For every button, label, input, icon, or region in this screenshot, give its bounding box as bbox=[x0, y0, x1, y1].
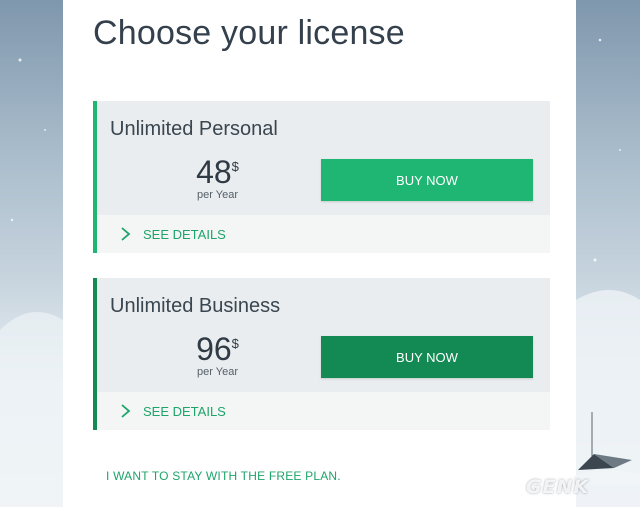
plan-card-business: Unlimited Business 96$ per Year BUY NOW … bbox=[93, 278, 550, 430]
price-period: per Year bbox=[197, 366, 238, 378]
license-panel: Choose your license Unlimited Personal 4… bbox=[63, 0, 576, 507]
plan-header: Unlimited Personal 48$ per Year BUY NOW bbox=[97, 101, 550, 215]
plan-header: Unlimited Business 96$ per Year BUY NOW bbox=[97, 278, 550, 392]
see-details-label: SEE DETAILS bbox=[143, 226, 226, 242]
plan-card-personal: Unlimited Personal 48$ per Year BUY NOW … bbox=[93, 101, 550, 253]
page-title: Choose your license bbox=[93, 14, 405, 52]
plan-name: Unlimited Personal bbox=[110, 118, 278, 140]
plan-name: Unlimited Business bbox=[110, 295, 281, 317]
chevron-right-icon bbox=[121, 227, 131, 241]
price-currency: $ bbox=[231, 336, 239, 351]
buy-now-button-personal[interactable]: BUY NOW bbox=[321, 159, 533, 201]
price-currency: $ bbox=[231, 159, 239, 174]
see-details-label: SEE DETAILS bbox=[143, 403, 226, 419]
price-period: per Year bbox=[197, 189, 238, 201]
plan-footer: SEE DETAILS bbox=[97, 215, 550, 253]
chevron-right-icon bbox=[121, 404, 131, 418]
free-plan-link[interactable]: I WANT TO STAY WITH THE FREE PLAN. bbox=[106, 469, 341, 483]
buy-now-button-business[interactable]: BUY NOW bbox=[321, 336, 533, 378]
see-details-link-business[interactable]: SEE DETAILS bbox=[119, 403, 226, 419]
tent-illustration bbox=[574, 412, 640, 485]
plan-footer: SEE DETAILS bbox=[97, 392, 550, 430]
plan-price: 96$ per Year bbox=[185, 332, 250, 378]
price-amount: 96 bbox=[196, 331, 232, 367]
price-amount: 48 bbox=[196, 154, 232, 190]
see-details-link-personal[interactable]: SEE DETAILS bbox=[119, 226, 226, 242]
plan-price: 48$ per Year bbox=[185, 155, 250, 201]
genk-watermark: GENK bbox=[526, 476, 590, 498]
